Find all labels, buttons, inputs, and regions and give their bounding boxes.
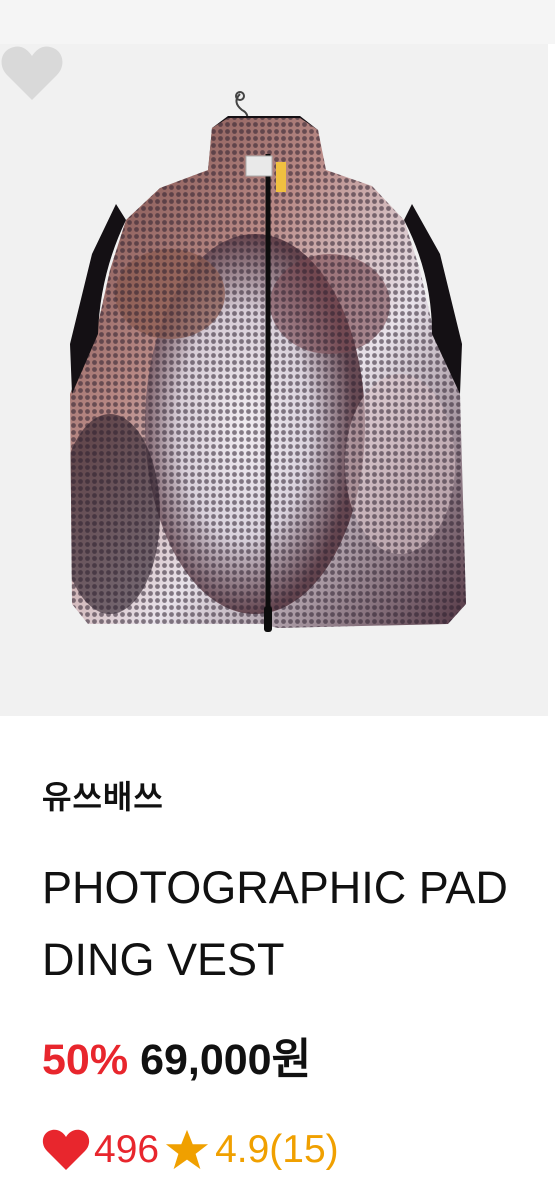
stats-row: 496 4.9 (15) <box>42 1126 339 1174</box>
product-image[interactable] <box>0 44 548 716</box>
vest-photo <box>70 91 466 632</box>
like-count: 496 <box>94 1128 160 1171</box>
currency-unit: 원 <box>271 1035 312 1085</box>
discount-rate: 50% <box>42 1036 129 1084</box>
wishlist-heart-icon[interactable] <box>0 44 64 102</box>
star-icon <box>166 1129 209 1170</box>
brand-name[interactable]: 유쓰배쓰 <box>42 772 164 818</box>
sale-price: 69,000 <box>140 1036 272 1084</box>
price-row: 50% 69,000원 <box>42 1025 311 1087</box>
rating-score: 4.9 <box>215 1128 270 1171</box>
review-count[interactable]: (15) <box>269 1128 338 1172</box>
heart-icon <box>42 1129 90 1170</box>
top-bar <box>0 0 555 44</box>
product-title[interactable]: PHOTOGRAPHIC PADDING VEST <box>42 852 522 996</box>
